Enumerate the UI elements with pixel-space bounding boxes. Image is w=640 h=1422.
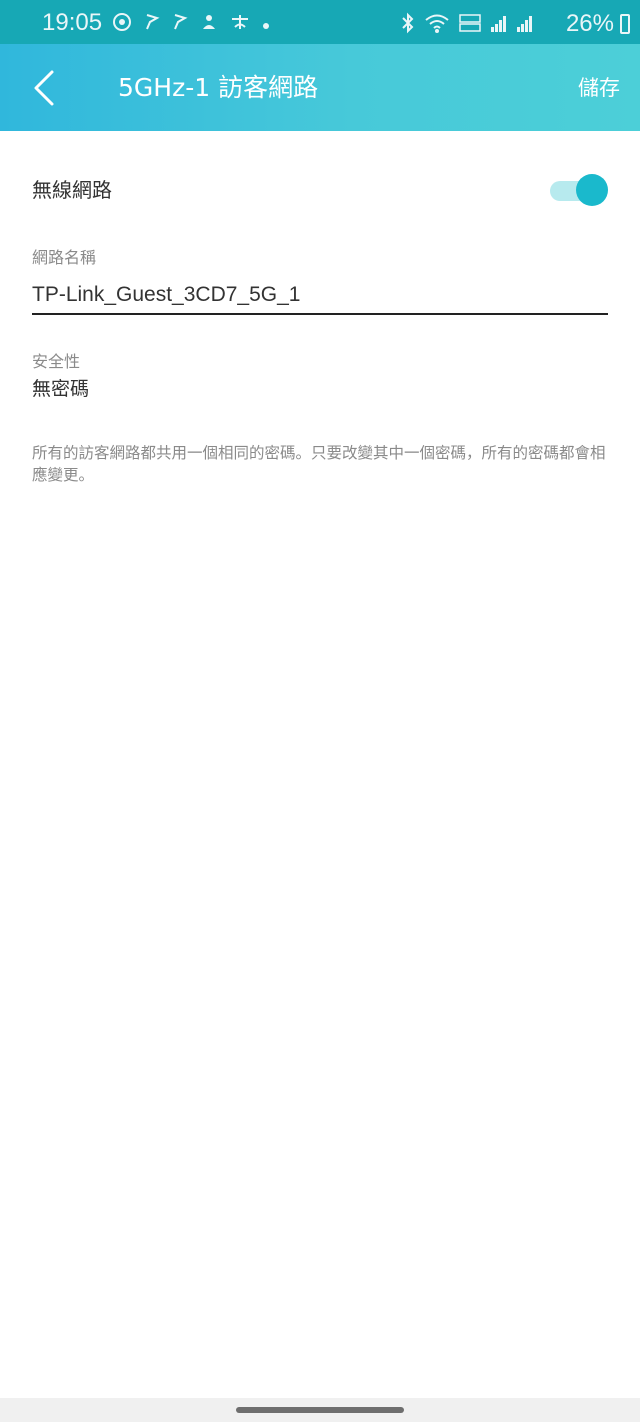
bluetooth-icon — [400, 12, 416, 39]
save-button[interactable]: 儲存 — [578, 73, 620, 103]
home-gesture-handle[interactable] — [236, 1407, 404, 1413]
chevron-left-icon — [34, 70, 54, 106]
network-name-input[interactable] — [32, 277, 608, 315]
toggle-thumb — [576, 174, 608, 206]
battery-icon — [620, 14, 630, 34]
screen: 19:05 26% 5GHz-1 訪客網路 儲存 無線網路 網路名稱 TP-Li… — [0, 0, 640, 1422]
shared-password-note: 所有的訪客網路都共用一個相同的密碼。只要改變其中一個密碼，所有的密碼都會相應變更… — [32, 444, 606, 484]
network-name-label: 網路名稱 — [32, 248, 97, 267]
volte-icon — [458, 12, 482, 39]
app-bar: 5GHz-1 訪客網路 儲存 — [0, 44, 640, 131]
navigation-bar — [0, 1398, 640, 1422]
system-icons — [400, 12, 534, 39]
app-icon — [200, 13, 218, 36]
app-icon — [230, 13, 250, 36]
flag-icon — [172, 13, 188, 36]
back-button[interactable] — [26, 64, 70, 112]
wireless-network-row: 無線網路 — [32, 173, 608, 207]
battery-level: 26% — [565, 10, 614, 37]
signal-icon — [516, 13, 534, 38]
status-bar: 19:05 26% — [0, 0, 640, 44]
page-title: 5GHz-1 訪客網路 — [118, 73, 319, 102]
whatsapp-icon — [112, 12, 132, 37]
wireless-network-label: 無線網路 — [32, 178, 112, 202]
dot-icon — [262, 15, 270, 35]
security-label: 安全性 — [32, 352, 81, 371]
notification-icons — [112, 12, 270, 37]
status-time: 19:05 — [42, 9, 103, 36]
flag-icon — [144, 13, 160, 36]
wireless-network-toggle[interactable] — [548, 173, 608, 207]
security-value[interactable]: 無密碼 — [32, 375, 89, 403]
wifi-icon — [424, 12, 450, 39]
signal-icon — [490, 13, 508, 38]
